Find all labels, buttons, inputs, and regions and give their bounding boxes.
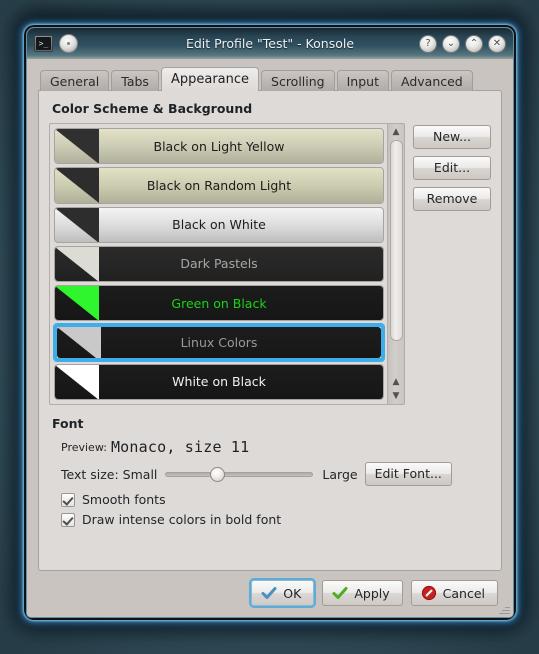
color-scheme-list-frame: Black on Light Yellow Black on Random Lig… bbox=[49, 123, 405, 405]
window-titlebar[interactable]: Edit Profile "Test" - Konsole ? ⌄ ⌃ ✕ bbox=[27, 28, 513, 59]
color-scheme-swatch-corner bbox=[55, 207, 99, 242]
font-group-title: Font bbox=[52, 416, 84, 431]
color-scheme-item-label: Linux Colors bbox=[180, 335, 258, 351]
scrollbar-thumb[interactable] bbox=[389, 140, 403, 342]
color-scheme-group-title: Color Scheme & Background bbox=[52, 101, 253, 116]
check-icon[interactable] bbox=[61, 512, 75, 527]
slider-handle[interactable] bbox=[210, 466, 226, 482]
maximize-icon[interactable]: ⌃ bbox=[465, 34, 483, 53]
color-scheme-item[interactable]: Green on Black bbox=[54, 285, 384, 322]
color-scheme-scrollbar[interactable]: ▲ ▲ ▼ bbox=[387, 124, 404, 404]
scrollbar-down-arrow-icon-1[interactable]: ▲ bbox=[389, 375, 404, 389]
titlebar-left-controls bbox=[34, 34, 78, 53]
pin-button-icon[interactable] bbox=[59, 34, 78, 53]
color-scheme-swatch-corner bbox=[55, 168, 99, 203]
color-scheme-list[interactable]: Black on Light Yellow Black on Random Lig… bbox=[50, 124, 387, 404]
check-icon[interactable] bbox=[61, 492, 75, 507]
dialog-button-bar: OK Apply Cancel bbox=[38, 571, 502, 608]
color-scheme-item[interactable]: Black on Random Light bbox=[54, 167, 384, 204]
checkbox-row[interactable]: Smooth fonts bbox=[61, 492, 491, 507]
edit-profile-dialog: Edit Profile "Test" - Konsole ? ⌄ ⌃ ✕ Ge… bbox=[26, 27, 514, 618]
color-scheme-item[interactable]: Linux Colors bbox=[54, 324, 384, 361]
dialog-button-label: OK bbox=[283, 585, 302, 601]
new-scheme-button[interactable]: New... bbox=[413, 125, 491, 149]
text-size-row: Text size: Small Large Edit Font... bbox=[61, 462, 491, 486]
color-scheme-item[interactable]: White on Black bbox=[54, 363, 384, 401]
edit-font-button[interactable]: Edit Font... bbox=[364, 462, 452, 486]
font-preview-row: Preview: Monaco, size 11 bbox=[61, 438, 491, 456]
text-size-label: Text size: Small bbox=[61, 466, 158, 482]
text-size-slider[interactable] bbox=[165, 465, 314, 483]
tab-input[interactable]: Input bbox=[336, 70, 389, 91]
tab-general[interactable]: General bbox=[40, 70, 110, 91]
color-scheme-item-label: Black on White bbox=[172, 217, 266, 233]
help-icon[interactable]: ? bbox=[419, 34, 437, 53]
font-checkboxes: Smooth fonts Draw intense colors in bold … bbox=[61, 492, 491, 527]
appearance-tab-page: Color Scheme & Background Black on Light… bbox=[38, 90, 502, 571]
font-rows: Preview: Monaco, size 11 Text size: Smal… bbox=[49, 438, 491, 532]
color-scheme-swatch-corner bbox=[55, 246, 99, 282]
cancel-button[interactable]: Cancel bbox=[410, 580, 498, 606]
remove-scheme-button[interactable]: Remove bbox=[413, 187, 491, 211]
titlebar-window-controls: ? ⌄ ⌃ ✕ bbox=[419, 34, 506, 53]
tab-scrolling[interactable]: Scrolling bbox=[261, 70, 335, 91]
large-label: Large bbox=[322, 466, 358, 482]
color-scheme-item[interactable]: Black on White bbox=[54, 206, 384, 243]
color-scheme-item-label: Green on Black bbox=[171, 295, 267, 311]
edit-scheme-button[interactable]: Edit... bbox=[413, 156, 491, 180]
green-check-icon bbox=[332, 585, 348, 601]
color-scheme-swatch-corner bbox=[55, 364, 99, 400]
resize-grip[interactable] bbox=[498, 603, 510, 615]
apply-button[interactable]: Apply bbox=[322, 580, 403, 606]
tab-tabs[interactable]: Tabs bbox=[111, 70, 159, 91]
font-preview-value: Monaco, size 11 bbox=[110, 438, 250, 456]
color-scheme-buttons: New... Edit... Remove bbox=[413, 123, 491, 211]
color-scheme-item[interactable]: Black on Light Yellow bbox=[54, 128, 384, 165]
color-scheme-area: Black on Light Yellow Black on Random Lig… bbox=[49, 123, 491, 405]
scrollbar-track[interactable] bbox=[389, 140, 403, 374]
font-group: Font Preview: Monaco, size 11 Text size:… bbox=[49, 415, 491, 532]
slider-groove bbox=[165, 471, 314, 477]
scrollbar-bottom-arrows: ▲ ▼ bbox=[389, 375, 404, 403]
scrollbar-up-arrow-icon[interactable]: ▲ bbox=[389, 125, 404, 139]
color-scheme-item[interactable]: Dark Pastels bbox=[54, 245, 384, 283]
minimize-icon[interactable]: ⌄ bbox=[442, 34, 460, 53]
color-scheme-swatch-corner bbox=[57, 327, 101, 358]
dialog-body: General Tabs Appearance Scrolling Input Advan… bbox=[27, 59, 513, 617]
color-scheme-swatch-corner bbox=[55, 129, 99, 164]
ok-button[interactable]: OK bbox=[251, 580, 315, 606]
color-scheme-item-label: White on Black bbox=[172, 374, 266, 390]
color-scheme-item-label: Dark Pastels bbox=[180, 256, 258, 272]
color-scheme-swatch-corner bbox=[55, 286, 99, 321]
checkbox-row[interactable]: Draw intense colors in bold font bbox=[61, 512, 491, 527]
tab-bar: General Tabs Appearance Scrolling Input Advan… bbox=[38, 67, 502, 91]
tab-advanced[interactable]: Advanced bbox=[391, 70, 473, 91]
close-icon[interactable]: ✕ bbox=[488, 34, 506, 53]
scrollbar-down-arrow-icon-2[interactable]: ▼ bbox=[389, 389, 404, 403]
dialog-button-label: Apply bbox=[354, 585, 390, 601]
color-scheme-item-label: Black on Random Light bbox=[146, 177, 292, 193]
preview-label: Preview: bbox=[61, 440, 107, 454]
checkbox-label: Smooth fonts bbox=[82, 492, 166, 507]
konsole-terminal-icon bbox=[34, 35, 53, 52]
red-cancel-icon bbox=[421, 585, 437, 601]
dialog-button-label: Cancel bbox=[442, 585, 485, 601]
tab-appearance[interactable]: Appearance bbox=[160, 67, 260, 91]
color-scheme-item-label: Black on Light Yellow bbox=[153, 138, 285, 154]
checkbox-label: Draw intense colors in bold font bbox=[82, 512, 282, 527]
blue-check-icon bbox=[261, 585, 277, 601]
